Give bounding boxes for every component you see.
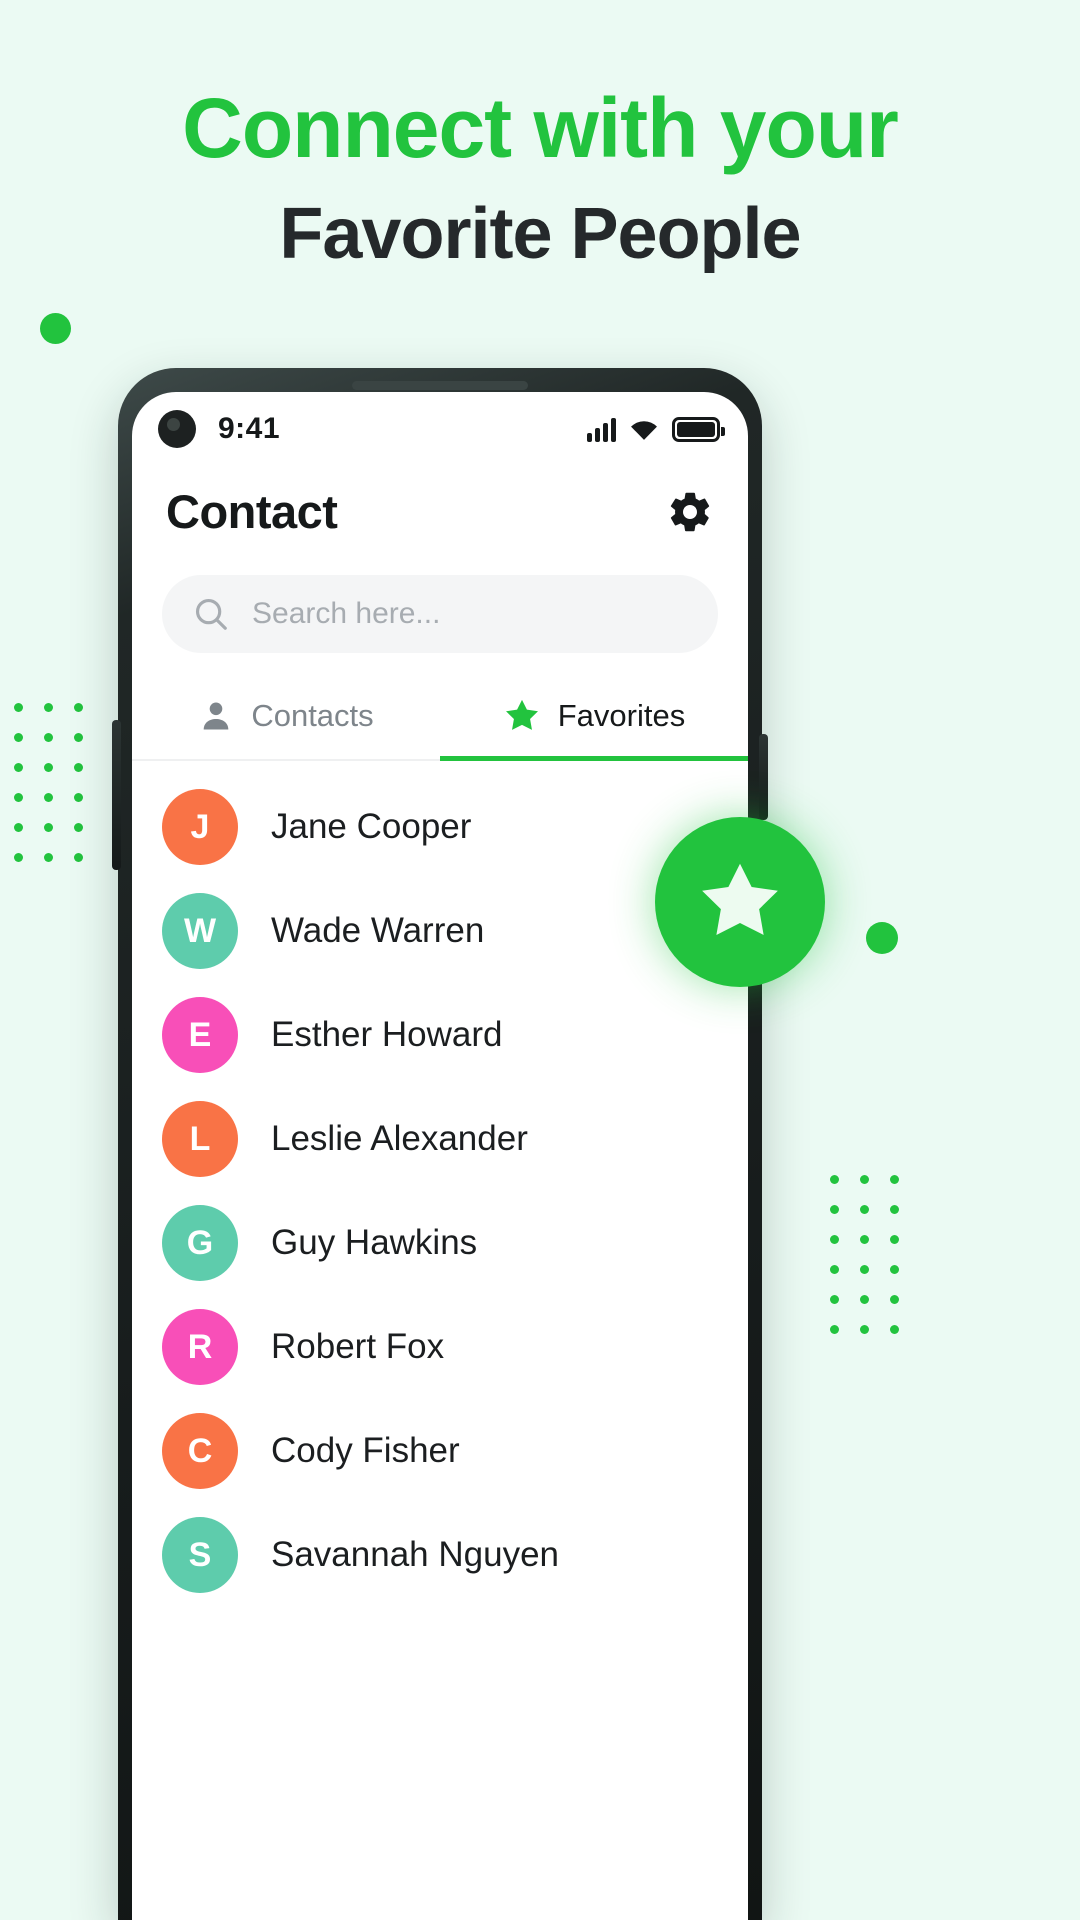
earpiece-speaker [352,381,528,390]
decorative-dot [890,1175,899,1184]
search-placeholder: Search here... [252,597,441,630]
decorative-dot-grid-right [830,1175,899,1334]
tab-favorites[interactable]: Favorites [440,685,748,759]
contact-list-item[interactable]: E Esther Howard [132,983,748,1087]
headline-line-2: Favorite People [279,194,801,274]
decorative-dot [74,823,83,832]
decorative-dot [14,823,23,832]
decorative-dot [44,823,53,832]
avatar: C [162,1413,238,1489]
signal-bars-icon [587,417,616,442]
avatar: W [162,893,238,969]
decorative-dot [14,703,23,712]
front-camera-icon [158,410,196,448]
app-header: Contact [132,466,748,539]
contact-name: Savannah Nguyen [271,1535,559,1574]
contact-name: Leslie Alexander [271,1119,528,1158]
decorative-dot [890,1235,899,1244]
decorative-dot [44,763,53,772]
contact-name: Guy Hawkins [271,1223,478,1262]
contact-list-item[interactable]: G Guy Hawkins [132,1191,748,1295]
avatar: J [162,789,238,865]
decorative-dot-left [40,313,71,344]
decorative-dot [860,1235,869,1244]
status-icons [587,416,725,442]
avatar: G [162,1205,238,1281]
contact-list-item[interactable]: L Leslie Alexander [132,1087,748,1191]
contact-name: Esther Howard [271,1015,503,1054]
decorative-dot [890,1295,899,1304]
gear-icon[interactable] [666,488,714,536]
contact-name: Jane Cooper [271,807,472,846]
decorative-dot [860,1265,869,1274]
contact-name: Wade Warren [271,911,485,950]
decorative-dot [830,1265,839,1274]
tab-contacts[interactable]: Contacts [132,685,440,759]
decorative-dot-grid-left [14,703,83,862]
decorative-dot [860,1205,869,1214]
avatar: E [162,997,238,1073]
search-icon [195,598,227,630]
contact-name: Cody Fisher [271,1431,460,1470]
decorative-dot [74,763,83,772]
decorative-dot [830,1295,839,1304]
screen-title: Contact [166,485,338,538]
star-icon [702,863,778,935]
decorative-dot [860,1325,869,1334]
favorite-fab-button[interactable] [655,817,825,987]
decorative-dot [830,1325,839,1334]
decorative-dot-right [866,922,898,954]
tab-contacts-label: Contacts [251,698,374,733]
star-icon [505,699,538,730]
headline-line-1: Connect with your [182,81,899,175]
battery-full-icon [672,416,725,442]
decorative-dot [74,793,83,802]
decorative-dot [890,1265,899,1274]
status-time: 9:41 [218,412,281,445]
tab-bar: Contacts Favorites [132,685,748,761]
decorative-dot [44,853,53,862]
status-bar: 9:41 [132,392,748,466]
page-title: Connect with your Favorite People [0,86,1080,270]
decorative-dot [890,1325,899,1334]
decorative-dot [14,853,23,862]
avatar: L [162,1101,238,1177]
decorative-dot [830,1235,839,1244]
wifi-icon [631,420,657,440]
decorative-dot [44,793,53,802]
avatar: R [162,1309,238,1385]
decorative-dot [830,1175,839,1184]
volume-button[interactable] [112,720,121,870]
decorative-dot [14,733,23,742]
contact-list-item[interactable]: C Cody Fisher [132,1399,748,1503]
person-icon [204,702,229,730]
decorative-dot [74,733,83,742]
power-button[interactable] [759,734,768,820]
contact-name: Robert Fox [271,1327,445,1366]
decorative-dot [44,703,53,712]
contact-list-item[interactable]: J Jane Cooper [132,775,748,879]
decorative-dot [14,763,23,772]
decorative-dot [860,1175,869,1184]
decorative-dot [890,1205,899,1214]
decorative-dot [14,793,23,802]
decorative-dot [74,853,83,862]
phone-mockup: 9:41 Contact Search here... Contacts Fav… [112,368,768,1920]
decorative-dot [830,1205,839,1214]
decorative-dot [860,1295,869,1304]
avatar: S [162,1517,238,1593]
decorative-dot [44,733,53,742]
contact-list-item[interactable]: S Savannah Nguyen [132,1503,748,1607]
phone-screen: 9:41 Contact Search here... Contacts Fav… [132,392,748,1920]
tab-favorites-label: Favorites [557,698,686,733]
decorative-dot [74,703,83,712]
search-input[interactable]: Search here... [162,575,718,653]
contact-list-item[interactable]: R Robert Fox [132,1295,748,1399]
tab-active-indicator [440,756,748,761]
